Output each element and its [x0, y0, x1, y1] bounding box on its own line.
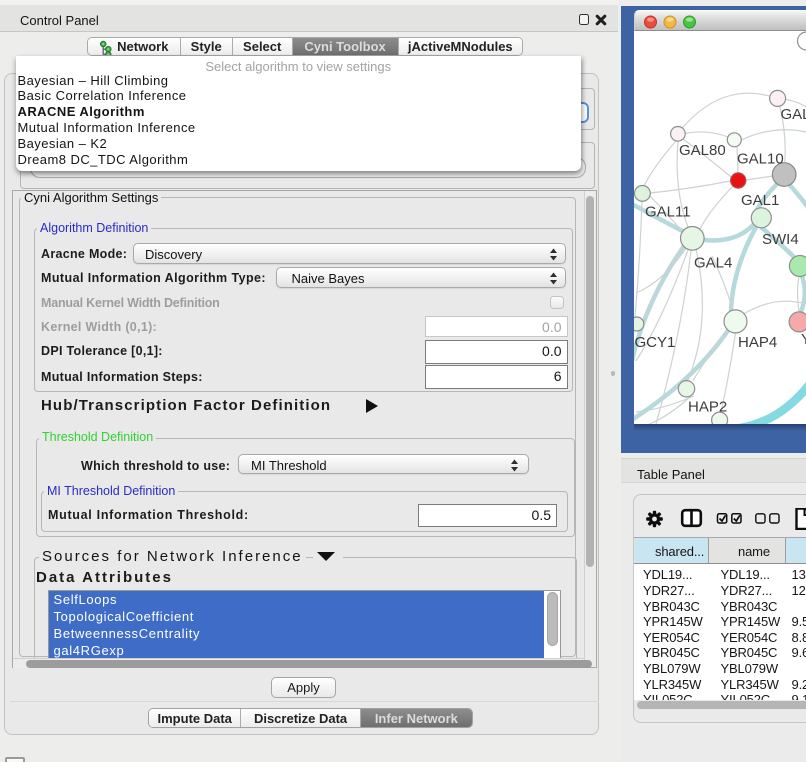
svg-text:GAL1: GAL1	[741, 192, 779, 209]
svg-text:HAP4: HAP4	[738, 334, 777, 351]
svg-text:GAL4: GAL4	[694, 255, 732, 272]
svg-text:HAP2: HAP2	[688, 399, 727, 416]
svg-text:GAL80: GAL80	[679, 142, 726, 159]
svg-text:GAL10: GAL10	[737, 151, 784, 168]
svg-text:SWI4: SWI4	[762, 231, 799, 248]
svg-text:GCY1: GCY1	[635, 334, 676, 351]
svg-text:YBR0: YBR0	[801, 331, 806, 348]
svg-text:GAL11: GAL11	[645, 204, 691, 221]
svg-text:GAL2: GAL2	[781, 106, 806, 123]
